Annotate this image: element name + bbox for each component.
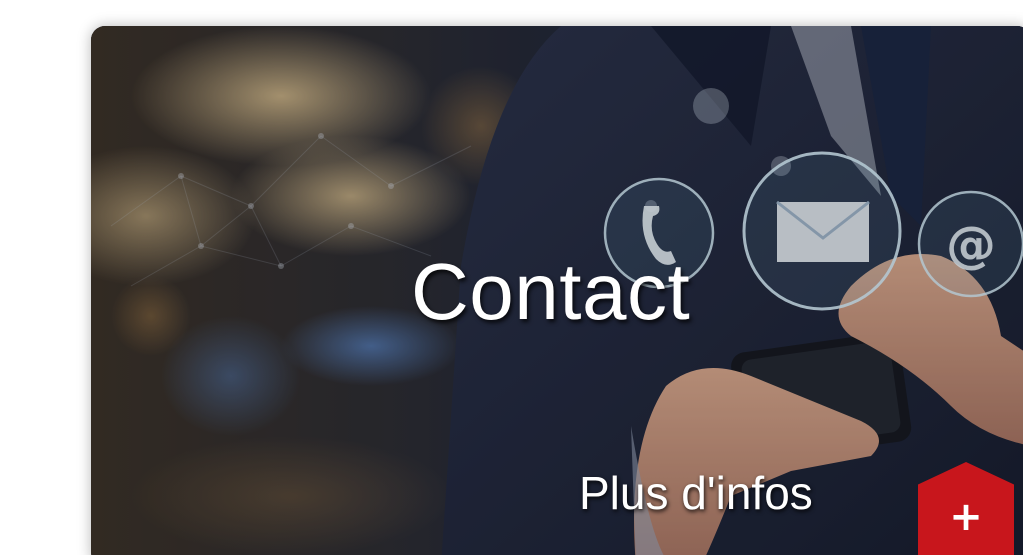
- more-info-link[interactable]: Plus d'infos: [579, 470, 813, 516]
- card-title: Contact: [411, 247, 691, 336]
- plus-icon: +: [949, 494, 983, 540]
- contact-card[interactable]: @ Contact Plus d'infos +: [91, 26, 1023, 555]
- page: @ Contact Plus d'infos +: [0, 0, 1023, 555]
